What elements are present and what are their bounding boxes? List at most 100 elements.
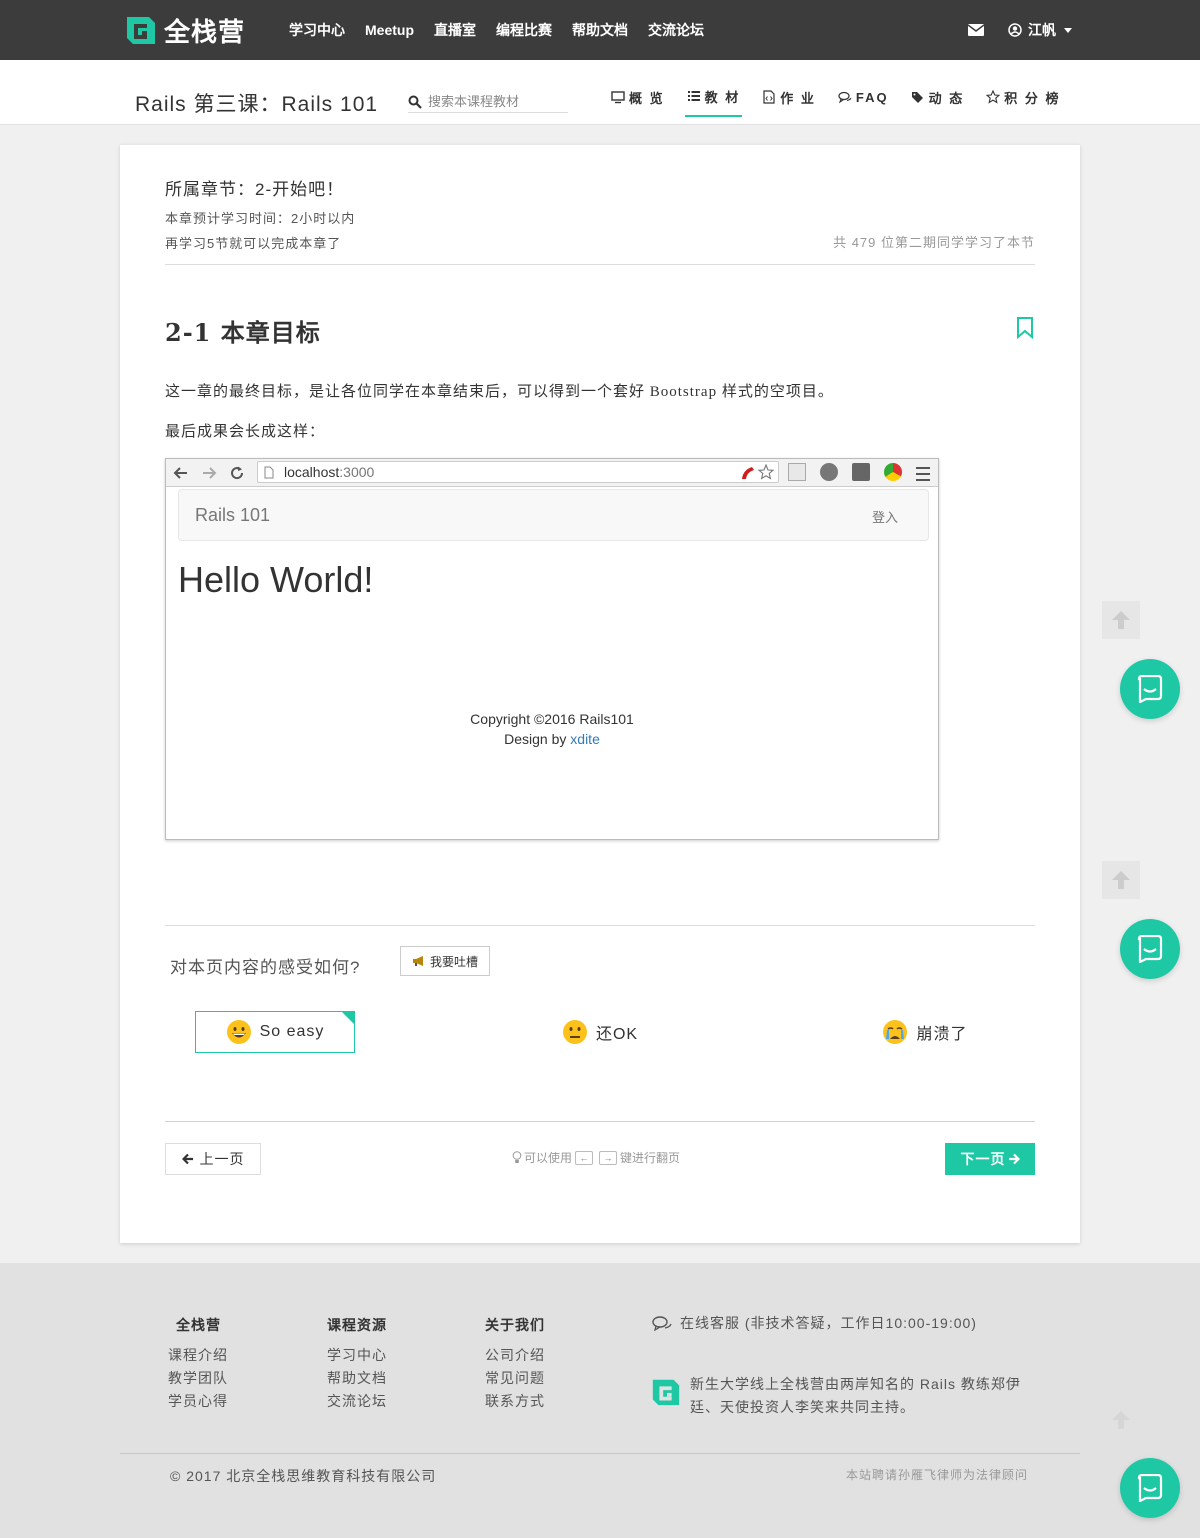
section-paragraph: 这一章的最终目标，是让各位同学在本章结束后，可以得到一个套好 Bootstrap… bbox=[165, 384, 834, 400]
arrow-right-icon bbox=[1008, 1153, 1020, 1165]
footer-link[interactable]: 课程介绍 bbox=[168, 1344, 228, 1367]
nav-live-room[interactable]: 直播室 bbox=[424, 20, 486, 40]
nav-contest[interactable]: 编程比赛 bbox=[486, 20, 562, 40]
forward-arrow-icon bbox=[203, 467, 217, 479]
footer-copyright: © 2017 北京全栈思维教育科技有限公司 bbox=[170, 1468, 437, 1484]
tags-icon bbox=[911, 92, 923, 103]
app-brand: Rails 101 bbox=[195, 505, 271, 525]
online-service-label: 在线客服 (非技术答疑，工作日10:00-19:00) bbox=[680, 1315, 977, 1331]
chat-support-button[interactable] bbox=[1120, 1458, 1180, 1518]
footer-link[interactable]: 公司介绍 bbox=[477, 1344, 545, 1367]
key-right: → bbox=[599, 1150, 618, 1165]
nav-learning-center[interactable]: 学习中心 bbox=[279, 20, 355, 40]
app-login: 登入 bbox=[871, 510, 898, 525]
design-prefix: Design by bbox=[504, 731, 571, 747]
feedback-option-label: 还OK bbox=[595, 1026, 639, 1043]
back-arrow-icon bbox=[173, 467, 187, 479]
bookmark-star-icon bbox=[758, 464, 774, 480]
online-service[interactable]: 在线客服 (非技术答疑，工作日10:00-19:00) bbox=[652, 1313, 977, 1333]
grinning-face-icon bbox=[226, 1020, 251, 1044]
user-menu[interactable]: 江帆 bbox=[1008, 20, 1072, 40]
tab-materials[interactable]: 教 材 bbox=[684, 85, 743, 117]
lesson-card: 所属章节：2-开始吧！ 本章预计学习时间：2小时以内 再学习5节就可以完成本章了… bbox=[120, 145, 1080, 1243]
app-navbar: Rails 101 登入 bbox=[178, 489, 929, 541]
page-icon bbox=[264, 466, 274, 478]
divider bbox=[165, 264, 1035, 265]
feedback-complain-button[interactable]: 我要吐槽 bbox=[400, 946, 490, 976]
chat-support-button[interactable] bbox=[1120, 659, 1180, 719]
footer-col-about: 关于我们 公司介绍 常见问题 联系方式 bbox=[477, 1315, 545, 1413]
footer-link[interactable]: 联系方式 bbox=[477, 1390, 545, 1413]
tab-faq[interactable]: FAQ bbox=[836, 85, 891, 117]
feedback-option-collapse[interactable]: 崩溃了 bbox=[845, 1011, 1005, 1053]
course-header: Rails 第三课：Rails 101 概 览 教 材 bbox=[0, 60, 1200, 125]
reload-icon bbox=[231, 466, 244, 480]
section-paragraph: 最后成果会长成这样： bbox=[165, 424, 326, 440]
tab-overview[interactable]: 概 览 bbox=[609, 85, 667, 117]
url-port: :3000 bbox=[339, 464, 375, 480]
tab-activity-label: 动 态 bbox=[928, 90, 965, 106]
next-page-button[interactable]: 下一页 bbox=[945, 1143, 1035, 1175]
feedback-option-ok[interactable]: 还OK bbox=[520, 1011, 680, 1053]
tab-leaderboard[interactable]: 积 分 榜 bbox=[984, 85, 1062, 117]
comments-icon bbox=[838, 91, 852, 104]
footer-col-resources: 课程资源 学习中心 帮助文档 交流论坛 bbox=[319, 1315, 387, 1413]
top-navbar: 全栈营 学习中心 Meetup 直播室 编程比赛 帮助文档 交流论坛 江帆 bbox=[0, 0, 1200, 60]
address-bar: localhost :3000 bbox=[257, 461, 779, 483]
neutral-face-icon bbox=[562, 1020, 587, 1044]
footer-link[interactable]: 常见问题 bbox=[477, 1367, 545, 1390]
search-icon bbox=[408, 95, 422, 109]
feedback-option-label: So easy bbox=[259, 1023, 325, 1040]
brand-logo-icon bbox=[127, 17, 155, 44]
mail-icon[interactable] bbox=[968, 24, 984, 36]
search-input[interactable] bbox=[428, 94, 564, 109]
footer-col-title: 关于我们 bbox=[485, 1317, 545, 1333]
lightbulb-icon bbox=[512, 1151, 522, 1163]
nav-forum[interactable]: 交流论坛 bbox=[638, 20, 714, 40]
footer-link[interactable]: 学习中心 bbox=[319, 1344, 387, 1367]
tab-leaderboard-label: 积 分 榜 bbox=[1004, 90, 1061, 106]
arrow-left-icon bbox=[181, 1153, 193, 1165]
footer-link[interactable]: 帮助文档 bbox=[319, 1367, 387, 1390]
prev-page-label: 上一页 bbox=[199, 1151, 245, 1167]
user-name: 江帆 bbox=[1028, 22, 1056, 38]
star-icon bbox=[986, 90, 1001, 104]
code-file-icon bbox=[763, 90, 775, 104]
chat-icon bbox=[1137, 675, 1163, 703]
tab-faq-label: FAQ bbox=[855, 89, 889, 105]
tab-activity[interactable]: 动 态 bbox=[909, 85, 967, 117]
feedback-option-easy[interactable]: So easy bbox=[195, 1011, 355, 1053]
scroll-top-button[interactable] bbox=[1102, 1401, 1140, 1439]
chat-icon bbox=[1137, 1474, 1163, 1502]
app-design-credit: Design by xdite bbox=[166, 731, 938, 747]
feedback-question: 对本页内容的感受如何? bbox=[170, 958, 361, 977]
chat-support-button[interactable] bbox=[1120, 919, 1180, 979]
app-hello-heading: Hello World! bbox=[178, 559, 374, 600]
footer-link[interactable]: 交流论坛 bbox=[319, 1390, 387, 1413]
footer-link[interactable]: 学员心得 bbox=[168, 1390, 228, 1413]
extension-icon bbox=[788, 463, 806, 481]
chapter-remain: 再学习5节就可以完成本章了 bbox=[165, 236, 342, 251]
course-title: Rails 第三课：Rails 101 bbox=[135, 93, 379, 116]
footer-legal-advisor: 本站聘请孙雁飞律师为法律顾问 bbox=[845, 1468, 1028, 1482]
brand-logo-icon bbox=[652, 1379, 680, 1406]
tab-homework[interactable]: 作 业 bbox=[760, 85, 818, 117]
menu-icon bbox=[916, 467, 930, 481]
design-link: xdite bbox=[570, 731, 600, 747]
nav-help-docs[interactable]: 帮助文档 bbox=[562, 20, 638, 40]
app-copyright: Copyright ©2016 Rails101 bbox=[470, 711, 634, 727]
footer-link[interactable]: 教学团队 bbox=[168, 1367, 228, 1390]
scroll-top-button[interactable] bbox=[1102, 861, 1140, 899]
rails-extension-icon bbox=[742, 467, 754, 479]
prev-page-button[interactable]: 上一页 bbox=[165, 1143, 261, 1175]
feedback-option-label: 崩溃了 bbox=[916, 1026, 968, 1043]
nav-meetup[interactable]: Meetup bbox=[355, 22, 424, 38]
section-title: 2-1 本章目标 bbox=[165, 318, 321, 347]
brand-link[interactable]: 全栈营 bbox=[124, 12, 245, 48]
arrow-up-icon bbox=[1112, 871, 1130, 889]
footer: 全栈营 课程介绍 教学团队 学员心得 课程资源 学习中心 帮助文档 交流论坛 关… bbox=[0, 1263, 1200, 1538]
divider bbox=[165, 925, 1035, 926]
user-circle-icon bbox=[1008, 23, 1022, 37]
scroll-top-button[interactable] bbox=[1102, 601, 1140, 639]
bookmark-icon[interactable] bbox=[1015, 316, 1035, 340]
